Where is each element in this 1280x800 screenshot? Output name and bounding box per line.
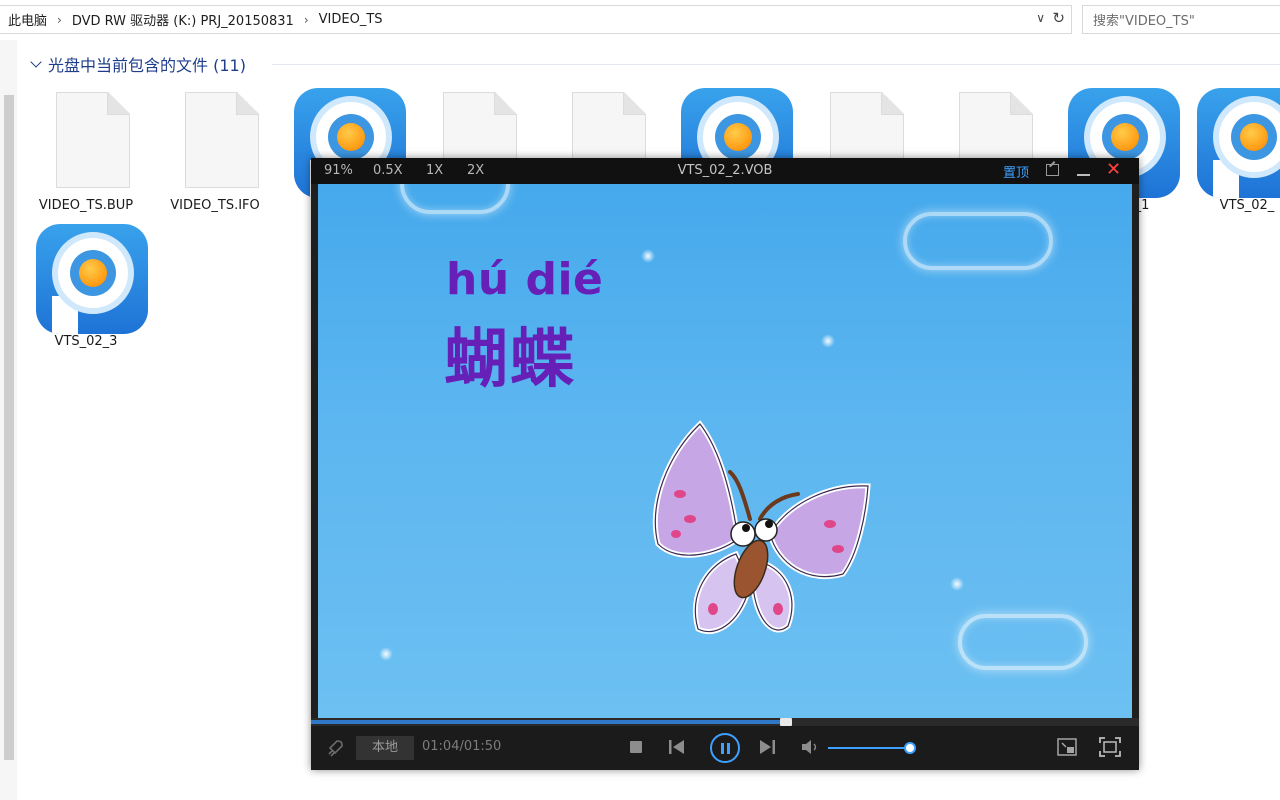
sparkle-graphic — [821, 334, 835, 348]
file-item[interactable]: VTS_02_3 — [22, 222, 150, 352]
cloud-graphic — [400, 184, 510, 214]
file-name: VTS_02_ — [1219, 198, 1275, 213]
document-file-icon — [185, 92, 259, 188]
search-input[interactable]: 搜索"VIDEO_TS" — [1082, 5, 1280, 34]
seek-bar-progress — [311, 720, 786, 724]
breadcrumb-video-ts[interactable]: VIDEO_TS — [313, 12, 389, 27]
breadcrumb-separator-icon[interactable]: › — [300, 13, 313, 27]
volume-icon[interactable] — [801, 739, 821, 755]
scrollbar-thumb[interactable] — [4, 95, 14, 760]
restore-icon[interactable] — [1046, 164, 1059, 176]
breadcrumb-dvd-drive[interactable]: DVD RW 驱动器 (K:) PRJ_20150831 — [66, 10, 300, 29]
sparkle-graphic — [641, 249, 655, 263]
group-divider — [272, 64, 1280, 65]
minimize-icon[interactable] — [1077, 174, 1090, 176]
close-icon[interactable]: ✕ — [1106, 160, 1121, 180]
chevron-down-icon[interactable] — [30, 56, 42, 68]
volume-slider-handle[interactable] — [904, 742, 916, 754]
refresh-icon[interactable]: ↻ — [1052, 9, 1065, 27]
seek-bar[interactable] — [311, 718, 1139, 726]
player-title-bar[interactable]: 91% 0.5X 1X 2X VTS_02_2.VOB 置顶 ✕ — [311, 158, 1139, 184]
file-name: VTS_02_3 — [54, 334, 118, 349]
group-title: 光盘中当前包含的文件 (11) — [48, 56, 246, 75]
file-name: VIDEO_TS.IFO — [170, 198, 260, 213]
local-button[interactable]: 本地 — [356, 736, 414, 760]
video-frame[interactable]: hú dié 蝴蝶 — [318, 184, 1132, 718]
pptv-video-file-icon — [1197, 88, 1280, 198]
player-controls: 本地 01:04/01:50 — [311, 726, 1139, 770]
cloud-graphic — [958, 614, 1088, 670]
butterfly-illustration — [652, 420, 871, 635]
breadcrumb-this-pc[interactable]: 此电脑 — [0, 10, 53, 29]
rocket-icon[interactable] — [325, 738, 345, 758]
nav-pane-scrollbar[interactable] — [0, 40, 17, 800]
video-player-window[interactable]: 91% 0.5X 1X 2X VTS_02_2.VOB 置顶 ✕ hú dié … — [311, 158, 1139, 770]
document-file-icon — [56, 92, 130, 188]
seek-bar-handle[interactable] — [780, 718, 792, 726]
video-pinyin-caption: hú dié — [446, 254, 604, 305]
file-item[interactable]: VTS_02_ — [1183, 86, 1280, 216]
sparkle-graphic — [950, 577, 964, 591]
search-placeholder: 搜索"VIDEO_TS" — [1093, 14, 1195, 29]
address-bar-area: 此电脑 › DVD RW 驱动器 (K:) PRJ_20150831 › VID… — [0, 0, 1280, 40]
playback-time: 01:04/01:50 — [422, 739, 502, 754]
pause-button[interactable] — [710, 733, 740, 763]
cloud-graphic — [903, 212, 1053, 270]
fullscreen-icon[interactable] — [1099, 737, 1121, 757]
breadcrumb-separator-icon[interactable]: › — [53, 13, 66, 27]
file-item[interactable]: VIDEO_TS.IFO — [151, 86, 279, 216]
stop-icon[interactable] — [630, 741, 642, 753]
volume-slider[interactable] — [828, 742, 916, 754]
group-header[interactable]: 光盘中当前包含的文件 (11) — [28, 52, 246, 76]
video-hanzi-caption: 蝴蝶 — [444, 323, 576, 397]
file-name: VIDEO_TS.BUP — [38, 198, 134, 213]
chevron-down-icon[interactable]: ∨ — [1036, 11, 1045, 25]
address-bar[interactable]: 此电脑 › DVD RW 驱动器 (K:) PRJ_20150831 › VID… — [0, 5, 1072, 34]
next-icon[interactable] — [758, 739, 776, 755]
sparkle-graphic — [379, 647, 393, 661]
pptv-video-file-icon — [36, 224, 148, 334]
pin-on-top-button[interactable]: 置顶 — [1003, 162, 1029, 181]
mini-mode-icon[interactable] — [1057, 738, 1077, 756]
previous-icon[interactable] — [668, 739, 686, 755]
file-item[interactable]: VIDEO_TS.BUP — [22, 86, 150, 216]
